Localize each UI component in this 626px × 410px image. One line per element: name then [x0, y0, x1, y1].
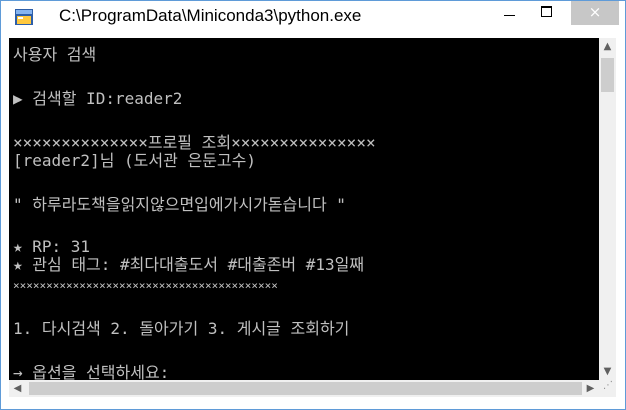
scroll-down-icon[interactable]: ▼ [599, 363, 616, 380]
console-line-rp: ★ RP: 31 [13, 237, 91, 256]
vertical-scroll-thumb[interactable] [601, 58, 614, 92]
window-title: C:\ProgramData\Miniconda3\python.exe [59, 6, 362, 25]
maximize-button[interactable] [532, 1, 562, 25]
console-app-icon [15, 9, 33, 25]
console-line-separator: ×××××××××××××××××××××××××××××××××××××××× [13, 279, 278, 292]
title-bar[interactable]: C:\ProgramData\Miniconda3\python.exe × [1, 1, 625, 32]
scroll-up-icon[interactable]: ▲ [599, 38, 616, 55]
scroll-left-icon[interactable]: ◀ [9, 380, 26, 397]
resize-grip-icon[interactable] [599, 380, 616, 397]
console-line-prompt: → 옵션을 선택하세요: [13, 363, 170, 380]
scroll-right-icon[interactable]: ▶ [582, 380, 599, 397]
vertical-scrollbar[interactable]: ▲ ▼ [599, 38, 616, 380]
console-output[interactable]: 사용자 검색 ▶ 검색할 ID:reader2 ××××××××××××××프로… [9, 38, 599, 380]
console-line-menu: 1. 다시검색 2. 돌아가기 3. 게시글 조회하기 [13, 319, 350, 338]
console-line-user-title: [reader2]님 (도서관 은둔고수) [13, 151, 256, 170]
console-line-tags: ★ 관심 태그: #최다대출도서 #대출존버 #13일째 [13, 255, 365, 274]
horizontal-scrollbar[interactable]: ◀ ▶ [9, 380, 599, 397]
horizontal-scroll-thumb[interactable] [29, 382, 582, 395]
console-line-profile-header: ××××××××××××××프로필 조회××××××××××××××× [13, 133, 376, 152]
close-icon: × [588, 3, 602, 21]
console-window: C:\ProgramData\Miniconda3\python.exe × 사… [0, 0, 626, 410]
minimize-button[interactable] [494, 1, 524, 25]
console-line-search-id: ▶ 검색할 ID:reader2 [13, 89, 183, 108]
console-line-quote: " 하루라도책을읽지않으면입에가시가돋습니다 " [13, 195, 346, 214]
console-line-user-search: 사용자 검색 [13, 45, 97, 64]
close-button[interactable]: × [571, 1, 619, 25]
